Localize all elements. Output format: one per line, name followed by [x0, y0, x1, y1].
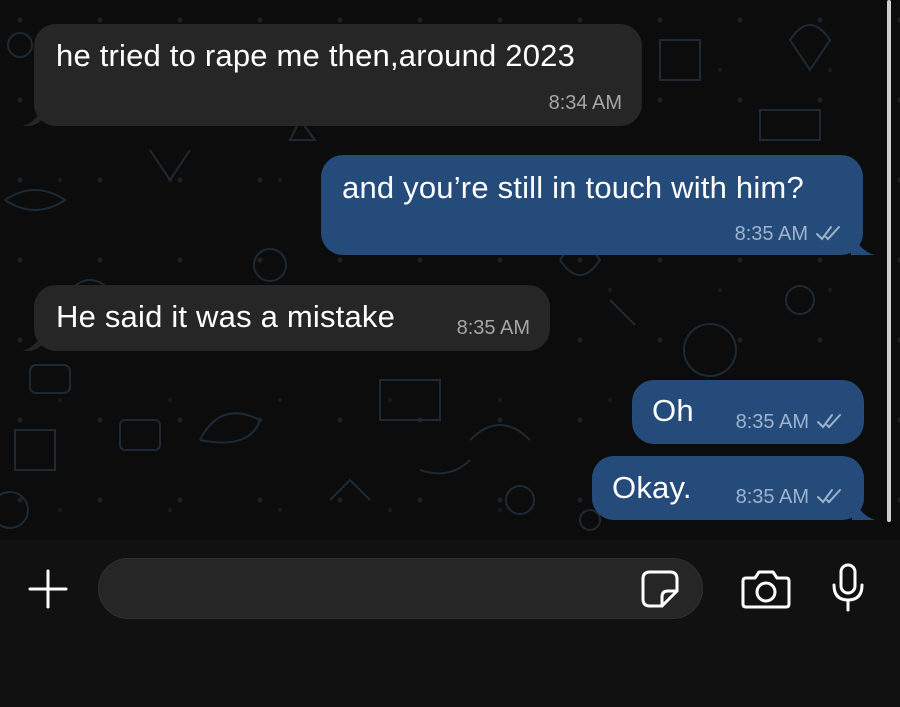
message-timestamp: 8:35 AM	[735, 411, 809, 433]
message-bubble-incoming[interactable]: He said it was a mistake 8:35 AM	[34, 285, 550, 351]
message-timestamp: 8:34 AM	[548, 92, 622, 114]
message-bubble-outgoing[interactable]: Oh 8:35 AM	[632, 380, 864, 444]
message-input[interactable]	[121, 569, 625, 611]
chat-area[interactable]: he tried to rape me then,around 2023 8:3…	[0, 0, 900, 540]
read-receipt-icon	[816, 226, 840, 241]
read-receipt-icon	[817, 489, 841, 504]
message-text: and you’re still in touch with him?	[342, 170, 804, 205]
message-text: He said it was a mistake	[56, 299, 396, 334]
message-text: Oh	[652, 393, 694, 428]
message-input-field[interactable]	[98, 558, 703, 619]
message-bubble-outgoing[interactable]: and you’re still in touch with him? 8:35…	[321, 155, 863, 255]
message-bubble-incoming[interactable]: he tried to rape me then,around 2023 8:3…	[34, 24, 642, 126]
message-bubble-outgoing[interactable]: Okay. 8:35 AM	[592, 456, 864, 520]
message-text: Okay.	[612, 470, 692, 505]
read-receipt-icon	[817, 414, 841, 429]
message-text: he tried to rape me then,around 2023	[56, 38, 576, 73]
scrollbar[interactable]	[887, 0, 891, 522]
message-timestamp: 8:35 AM	[735, 486, 809, 508]
message-timestamp: 8:35 AM	[734, 223, 808, 245]
sticker-icon[interactable]	[640, 569, 680, 609]
plus-icon[interactable]	[24, 569, 72, 609]
camera-icon[interactable]	[740, 568, 792, 610]
message-timestamp: 8:35 AM	[456, 317, 530, 339]
microphone-icon[interactable]	[828, 562, 868, 614]
